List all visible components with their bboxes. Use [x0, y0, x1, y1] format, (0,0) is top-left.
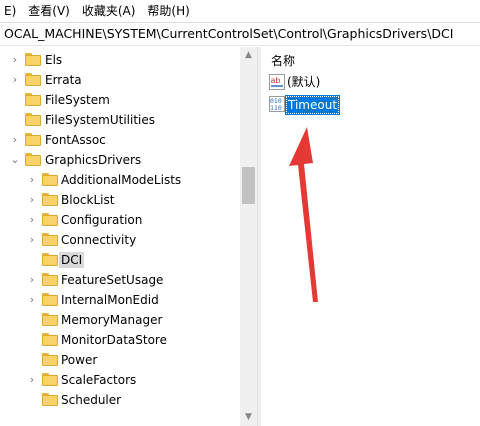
- tree-item-label: InternalMonEdid: [61, 293, 159, 307]
- folder-icon: [25, 113, 41, 126]
- tree-item[interactable]: › AdditionalModeLists: [0, 170, 240, 190]
- folder-icon: [42, 333, 58, 346]
- tree-item[interactable]: › ScaleFactors: [0, 370, 240, 390]
- binary-value-icon: 010 110: [269, 96, 285, 112]
- chevron-right-icon[interactable]: ›: [10, 133, 20, 147]
- tree-item[interactable]: MemoryManager: [0, 310, 240, 330]
- folder-icon: [42, 253, 58, 266]
- tree-item[interactable]: › InternalMonEdid: [0, 290, 240, 310]
- tree-item[interactable]: Scheduler: [0, 390, 240, 410]
- folder-icon: [25, 133, 41, 146]
- menu-bar: E) 查看(V) 收藏夹(A) 帮助(H): [0, 0, 480, 22]
- string-value-icon: ab: [269, 74, 285, 90]
- tree-item-label: FileSystem: [45, 93, 110, 107]
- tree-item-label: Scheduler: [61, 393, 122, 407]
- tree-item[interactable]: › BlockList: [0, 190, 240, 210]
- tree-item-label: GraphicsDrivers: [45, 153, 142, 167]
- folder-icon: [42, 193, 58, 206]
- tree-item-label: FileSystemUtilities: [45, 113, 155, 127]
- tree-item-label: Els: [45, 53, 63, 67]
- folder-icon: [25, 93, 41, 106]
- address-bar[interactable]: OCAL_MACHINE\SYSTEM\CurrentControlSet\Co…: [0, 22, 480, 46]
- tree-item-label: MonitorDataStore: [61, 333, 167, 347]
- column-header-name[interactable]: 名称: [271, 52, 295, 69]
- tree-item-label: FeatureSetUsage: [61, 273, 164, 287]
- svg-text:ab: ab: [271, 76, 281, 85]
- tree-item[interactable]: MonitorDataStore: [0, 330, 240, 350]
- folder-icon: [42, 233, 58, 246]
- tree-item-label: Power: [61, 353, 98, 367]
- tree-item[interactable]: Power: [0, 350, 240, 370]
- svg-text:110: 110: [270, 104, 282, 112]
- folder-icon: [42, 373, 58, 386]
- tree-item-label: ScaleFactors: [61, 373, 137, 387]
- tree-item-label: Errata: [45, 73, 82, 87]
- tree-item-label: FontAssoc: [45, 133, 106, 147]
- menu-view[interactable]: 查看(V): [22, 0, 76, 22]
- folder-icon: [42, 353, 58, 366]
- value-name-default: (默认): [287, 75, 321, 89]
- folder-icon: [42, 393, 58, 406]
- folder-icon: [25, 53, 41, 66]
- value-name-timeout: Timeout: [284, 95, 341, 115]
- tree-item[interactable]: DCI: [0, 250, 240, 270]
- tree-item[interactable]: › FeatureSetUsage: [0, 270, 240, 290]
- folder-icon: [42, 173, 58, 186]
- tree-item[interactable]: › Connectivity: [0, 230, 240, 250]
- address-path[interactable]: OCAL_MACHINE\SYSTEM\CurrentControlSet\Co…: [4, 26, 478, 41]
- chevron-right-icon[interactable]: ›: [10, 73, 20, 87]
- tree-item-label: AdditionalModeLists: [61, 173, 182, 187]
- chevron-right-icon[interactable]: [27, 353, 37, 367]
- menu-favorites[interactable]: 收藏夹(A): [76, 0, 142, 22]
- chevron-right-icon[interactable]: ›: [27, 193, 37, 207]
- folder-icon: [42, 313, 58, 326]
- menu-edit[interactable]: E): [0, 0, 22, 22]
- tree-item-label: BlockList: [61, 193, 115, 207]
- chevron-right-icon[interactable]: ›: [27, 273, 37, 287]
- chevron-down-icon[interactable]: ⌄: [10, 153, 20, 167]
- tree-item-label: Configuration: [61, 213, 143, 227]
- tree-item[interactable]: FileSystemUtilities: [0, 110, 240, 130]
- scroll-up-icon[interactable]: ▲: [240, 47, 257, 64]
- tree-item[interactable]: FileSystem: [0, 90, 240, 110]
- chevron-right-icon[interactable]: [10, 113, 20, 127]
- tree-item[interactable]: › Configuration: [0, 210, 240, 230]
- scroll-thumb[interactable]: [242, 167, 255, 204]
- tree-item[interactable]: › FontAssoc: [0, 130, 240, 150]
- folder-icon: [42, 273, 58, 286]
- chevron-right-icon[interactable]: ›: [27, 173, 37, 187]
- values-pane: 名称 ab (默认) 010 110 Timeout: [261, 47, 480, 426]
- chevron-right-icon[interactable]: ›: [27, 373, 37, 387]
- folder-icon: [42, 293, 58, 306]
- chevron-right-icon[interactable]: [10, 93, 20, 107]
- tree-item[interactable]: › Els: [0, 50, 240, 70]
- folder-icon: [25, 153, 41, 166]
- chevron-right-icon[interactable]: [27, 253, 37, 267]
- scroll-down-icon[interactable]: ▼: [240, 409, 257, 426]
- chevron-right-icon[interactable]: [27, 313, 37, 327]
- tree-item[interactable]: › Errata: [0, 70, 240, 90]
- tree-item-label: Connectivity: [61, 233, 137, 247]
- tree-scrollbar[interactable]: ▲ ▼: [240, 47, 257, 426]
- tree-item[interactable]: ⌄ GraphicsDrivers: [0, 150, 240, 170]
- chevron-right-icon[interactable]: ›: [27, 233, 37, 247]
- chevron-right-icon[interactable]: [27, 393, 37, 407]
- chevron-right-icon[interactable]: ›: [10, 53, 20, 67]
- registry-tree: › Els › Errata FileSystem FileSystemUtilities…: [0, 47, 257, 426]
- chevron-right-icon[interactable]: ›: [27, 213, 37, 227]
- folder-icon: [42, 213, 58, 226]
- chevron-right-icon[interactable]: ›: [27, 293, 37, 307]
- tree-item-label: DCI: [59, 252, 85, 268]
- folder-icon: [25, 73, 41, 86]
- menu-help[interactable]: 帮助(H): [141, 0, 195, 22]
- tree-item-label: MemoryManager: [61, 313, 163, 327]
- chevron-right-icon[interactable]: [27, 333, 37, 347]
